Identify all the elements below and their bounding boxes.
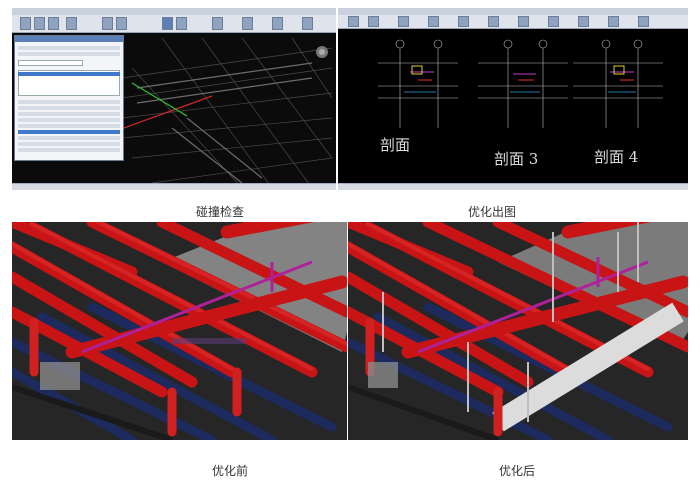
clash-check-screenshot	[12, 8, 336, 190]
optimized-drawing-screenshot: 剖面 剖面 3 剖面 4	[338, 8, 688, 190]
caption-before-optimization: 优化前	[211, 464, 248, 478]
before-pipes-view	[12, 222, 347, 440]
section-label-4: 剖面 4	[594, 148, 639, 166]
section-label-3: 剖面 3	[494, 150, 539, 168]
caption-optimized-drawing: 优化出图	[467, 205, 516, 219]
before-optimization-render	[12, 222, 347, 440]
clash-results-dialog[interactable]	[14, 35, 124, 161]
clash-annotation-tag	[172, 338, 246, 344]
after-pipes-view	[348, 222, 688, 440]
after-optimization-render	[348, 222, 688, 440]
caption-clash-check: 碰撞检查	[195, 205, 244, 219]
caption-after-optimization: 优化后	[498, 464, 535, 478]
section-label-1: 剖面	[380, 136, 411, 154]
